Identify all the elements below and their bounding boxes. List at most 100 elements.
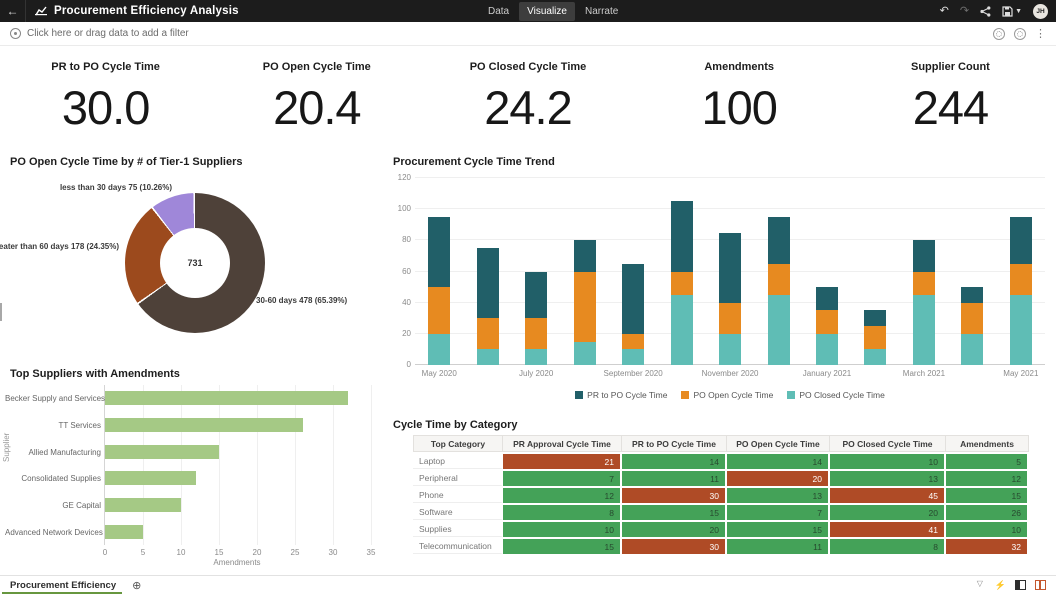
legend-item[interactable]: PO Open Cycle Time [681,390,773,400]
save-button[interactable]: ▼ [1002,6,1022,17]
redo-icon[interactable]: ↷ [960,6,969,17]
value-cell[interactable]: 8 [830,539,946,554]
column-header[interactable]: PR Approval Cycle Time [503,435,622,452]
value-cell[interactable]: 10 [946,522,1029,537]
legend-item[interactable]: PR to PO Cycle Time [575,390,667,400]
y-tick-label: 60 [391,267,411,276]
kebab-menu-icon[interactable]: ⋮ [1035,27,1046,40]
value-cell[interactable]: 32 [946,539,1029,554]
value-cell[interactable]: 13 [727,488,830,503]
trend-bar-may-2021[interactable] [1010,217,1032,365]
page-tab-procurement-efficiency[interactable]: Procurement Efficiency [0,576,128,594]
trend-bar-april-2021[interactable] [961,287,983,365]
value-cell[interactable]: 15 [727,522,830,537]
kpi-card-4[interactable]: Supplier Count244 [845,52,1056,148]
value-cell[interactable]: 15 [503,539,622,554]
category-cell[interactable]: Supplies [413,522,503,537]
legend-item[interactable]: PO Closed Cycle Time [787,390,885,400]
value-cell[interactable]: 41 [830,522,946,537]
trend-bar-december-2020[interactable] [768,217,790,365]
value-cell[interactable]: 30 [622,488,727,503]
trend-bar-january-2021[interactable] [816,287,838,365]
column-header[interactable]: PO Open Cycle Time [727,435,830,452]
value-cell[interactable]: 7 [727,505,830,520]
add-page-icon[interactable]: ⊕ [132,579,141,592]
value-cell[interactable]: 11 [727,539,830,554]
x-tick-label: January 2021 [803,369,851,378]
nav-tab-data[interactable]: Data [480,2,517,21]
supplier-label: Consolidated Supplies [5,474,101,483]
trend-bar-may-2020[interactable] [428,217,450,365]
segment-po-open-cycle-time [477,318,499,349]
funnel-icon[interactable] [977,581,986,590]
category-cell[interactable]: Software [413,505,503,520]
segment-pr-to-po-cycle-time [961,287,983,303]
suppliers-plot-area: 05101520253035Becker Supply and Services… [104,385,370,545]
share-icon[interactable] [980,6,991,17]
nav-tab-visualize[interactable]: Visualize [519,2,575,21]
value-cell[interactable]: 14 [622,454,727,469]
supplier-bar-tt-services[interactable] [105,418,303,432]
value-cell[interactable]: 14 [727,454,830,469]
value-cell[interactable]: 26 [946,505,1029,520]
value-cell[interactable]: 20 [622,522,727,537]
back-button[interactable]: ← [0,0,26,22]
trend-bar-february-2021[interactable] [864,310,886,365]
trend-bar-november-2020[interactable] [719,233,741,365]
mobile-layout-icon[interactable] [1035,580,1046,590]
category-cell[interactable]: Telecommunication [413,539,503,554]
add-filter-button[interactable]: Click here or drag data to add a filter [10,28,189,39]
value-cell[interactable]: 7 [503,471,622,486]
value-cell[interactable]: 15 [946,488,1029,503]
supplier-bar-consolidated-supplies[interactable] [105,471,196,485]
kpi-card-3[interactable]: Amendments100 [634,52,845,148]
mode-tabs: DataVisualizeNarrate [480,0,626,22]
spark-icon[interactable]: ⚡ [995,580,1006,591]
value-cell[interactable]: 45 [830,488,946,503]
column-header[interactable]: PO Closed Cycle Time [830,435,946,452]
supplier-bar-allied-manufacturing[interactable] [105,445,219,459]
segment-po-closed-cycle-time [961,334,983,365]
kpi-card-1[interactable]: PO Open Cycle Time20.4 [211,52,422,148]
kpi-card-2[interactable]: PO Closed Cycle Time24.2 [422,52,633,148]
value-cell[interactable]: 30 [622,539,727,554]
column-header[interactable]: PR to PO Cycle Time [622,435,727,452]
value-cell[interactable]: 21 [503,454,622,469]
value-cell[interactable]: 20 [830,505,946,520]
value-cell[interactable]: 12 [503,488,622,503]
avatar[interactable]: JH [1033,4,1048,19]
supplier-bar-advanced-network-devices[interactable] [105,525,143,539]
supplier-bar-becker-supply-and-services[interactable] [105,391,348,405]
save-caret-icon[interactable]: ▼ [1015,8,1022,15]
desktop-layout-icon[interactable] [1015,580,1026,590]
widget-properties-icon[interactable] [1014,28,1026,40]
undo-icon[interactable]: ↶ [940,6,949,17]
value-cell[interactable]: 5 [946,454,1029,469]
category-cell[interactable]: Phone [413,488,503,503]
kpi-card-0[interactable]: PR to PO Cycle Time30.0 [0,52,211,148]
table-row: Supplies1020154110 [413,522,1029,537]
conditional-formatting-icon[interactable] [993,28,1005,40]
nav-tab-narrate[interactable]: Narrate [577,2,626,21]
trend-bar-august-2020[interactable] [574,240,596,365]
trend-bar-june-2020[interactable] [477,248,499,365]
value-cell[interactable]: 8 [503,505,622,520]
value-cell[interactable]: 20 [727,471,830,486]
value-cell[interactable]: 10 [830,454,946,469]
value-cell[interactable]: 13 [830,471,946,486]
trend-bar-july-2020[interactable] [525,272,547,365]
category-cell[interactable]: Peripheral [413,471,503,486]
trend-bar-march-2021[interactable] [913,240,935,365]
value-cell[interactable]: 15 [622,505,727,520]
column-header[interactable]: Top Category [413,435,503,452]
supplier-label: TT Services [5,421,101,430]
trend-bar-september-2020[interactable] [622,264,644,365]
trend-bar-october-2020[interactable] [671,201,693,365]
kpi-row: PR to PO Cycle Time30.0PO Open Cycle Tim… [0,52,1056,148]
category-cell[interactable]: Laptop [413,454,503,469]
value-cell[interactable]: 12 [946,471,1029,486]
supplier-bar-ge-capital[interactable] [105,498,181,512]
value-cell[interactable]: 11 [622,471,727,486]
value-cell[interactable]: 10 [503,522,622,537]
column-header[interactable]: Amendments [946,435,1029,452]
